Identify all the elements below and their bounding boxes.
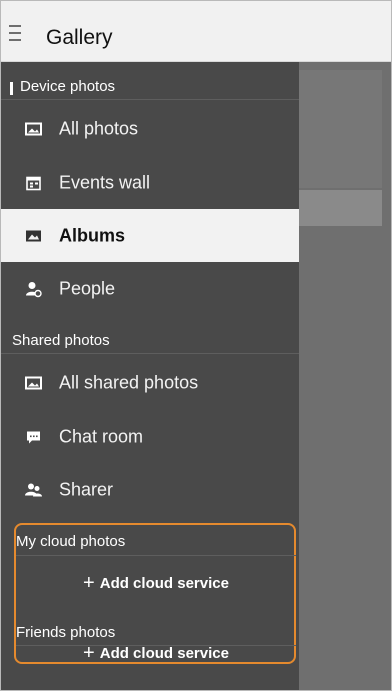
section-my-cloud-photos: My cloud photos [16, 533, 126, 550]
cloud-highlight-box: My cloud photos + Add cloud service Frien… [14, 523, 296, 664]
add-cloud-service-label: Add cloud service [99, 645, 229, 662]
app-title: Gallery [46, 26, 113, 49]
app-bar: Gallery [0, 0, 392, 62]
plus-icon: + [83, 642, 95, 664]
album-icon [26, 230, 41, 241]
person-icon [26, 281, 42, 297]
section-label: Shared photos [12, 332, 110, 349]
people-icon [25, 483, 42, 496]
add-cloud-service-button[interactable]: + Add cloud service [16, 566, 296, 600]
section-friends-photos: Friends photos [16, 624, 116, 641]
menu-icon[interactable] [9, 25, 21, 41]
album-thumbnail[interactable] [299, 70, 382, 188]
drawer-item-events-wall[interactable]: Events wall [0, 156, 299, 209]
scroll-marker-icon [10, 82, 13, 95]
chat-icon [27, 431, 40, 443]
drawer-item-label: All shared photos [59, 372, 199, 392]
drawer-item-label: People [59, 278, 116, 298]
section-shared-photos: Shared photos [0, 320, 299, 354]
drawer-item-all-photos[interactable]: All photos [0, 102, 299, 155]
drawer-item-label: Chat room [59, 426, 144, 446]
album-caption-bar [299, 190, 382, 226]
drawer-item-sharer[interactable]: Sharer [0, 463, 299, 516]
photo-frame-icon [25, 122, 42, 135]
section-device-photos: Device photos [0, 66, 299, 100]
photo-frame-icon [25, 376, 42, 389]
calendar-icon [26, 176, 41, 190]
drawer-item-albums[interactable]: Albums [0, 209, 299, 262]
drawer-item-label: All photos [59, 118, 139, 138]
drawer-item-all-shared-photos[interactable]: All shared photos [0, 356, 299, 409]
drawer-item-label: Events wall [59, 172, 151, 192]
add-cloud-service-label: Add cloud service [99, 575, 229, 592]
drawer-item-label: Sharer [59, 479, 114, 499]
section-label: Device photos [20, 78, 116, 95]
divider [16, 555, 296, 556]
drawer-item-people[interactable]: People [0, 262, 299, 315]
drawer-item-label: Albums [59, 225, 126, 245]
plus-icon: + [83, 572, 95, 594]
drawer-item-chat-room[interactable]: Chat room [0, 410, 299, 463]
